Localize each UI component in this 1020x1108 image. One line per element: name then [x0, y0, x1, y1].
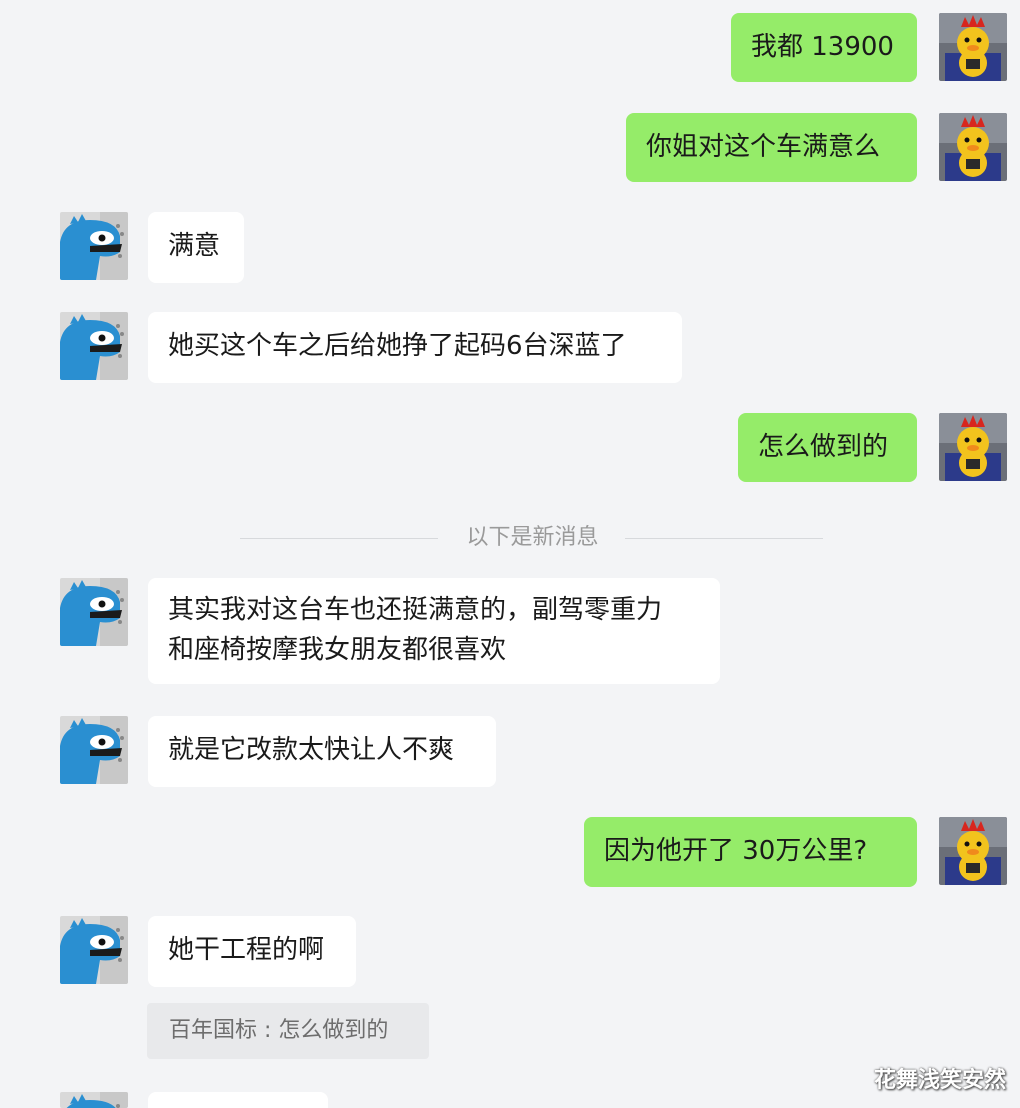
- my-message-bubble[interactable]: 怎么做到的: [738, 413, 917, 482]
- my-message-bubble[interactable]: 你姐对这个车满意么: [626, 113, 917, 182]
- duck-avatar-icon[interactable]: [939, 13, 1007, 81]
- watermark: 花舞浅笑安然: [873, 1068, 1006, 1093]
- other-message-bubble[interactable]: 她买这个车之后给她挣了起码6台深蓝了: [148, 312, 682, 383]
- quoted-message[interactable]: 百年国标 : 怎么做到的: [147, 1003, 429, 1059]
- other-message-bubble[interactable]: 就是它改款太快让人不爽: [148, 716, 496, 787]
- message-line: 其实我对这台车也还挺满意的，副驾零重力: [168, 595, 663, 625]
- blue-dinosaur-avatar-icon[interactable]: [60, 716, 128, 784]
- duck-avatar-icon[interactable]: [939, 817, 1007, 885]
- blue-dinosaur-avatar-icon[interactable]: [60, 312, 128, 380]
- new-messages-label: 以下是新消息: [466, 525, 599, 550]
- blue-dinosaur-avatar-icon[interactable]: [60, 1092, 128, 1108]
- my-message-bubble[interactable]: 我都 13900: [731, 13, 917, 82]
- blue-dinosaur-avatar-icon[interactable]: [60, 212, 128, 280]
- duck-avatar-icon[interactable]: [939, 113, 1007, 181]
- other-message-bubble[interactable]: 她干工程的啊: [148, 916, 356, 987]
- blue-dinosaur-avatar-icon[interactable]: [60, 578, 128, 646]
- blue-dinosaur-avatar-icon[interactable]: [60, 916, 128, 984]
- duck-avatar-icon[interactable]: [939, 413, 1007, 481]
- new-messages-divider: 以下是新消息: [240, 520, 825, 556]
- other-message-bubble[interactable]: 满意: [148, 212, 244, 283]
- my-message-bubble[interactable]: 因为他开了 30万公里?: [584, 817, 917, 887]
- other-message-bubble[interactable]: [148, 1092, 328, 1108]
- other-message-bubble[interactable]: 其实我对这台车也还挺满意的，副驾零重力 和座椅按摩我女朋友都很喜欢: [148, 578, 720, 684]
- message-line: 和座椅按摩我女朋友都很喜欢: [168, 635, 507, 665]
